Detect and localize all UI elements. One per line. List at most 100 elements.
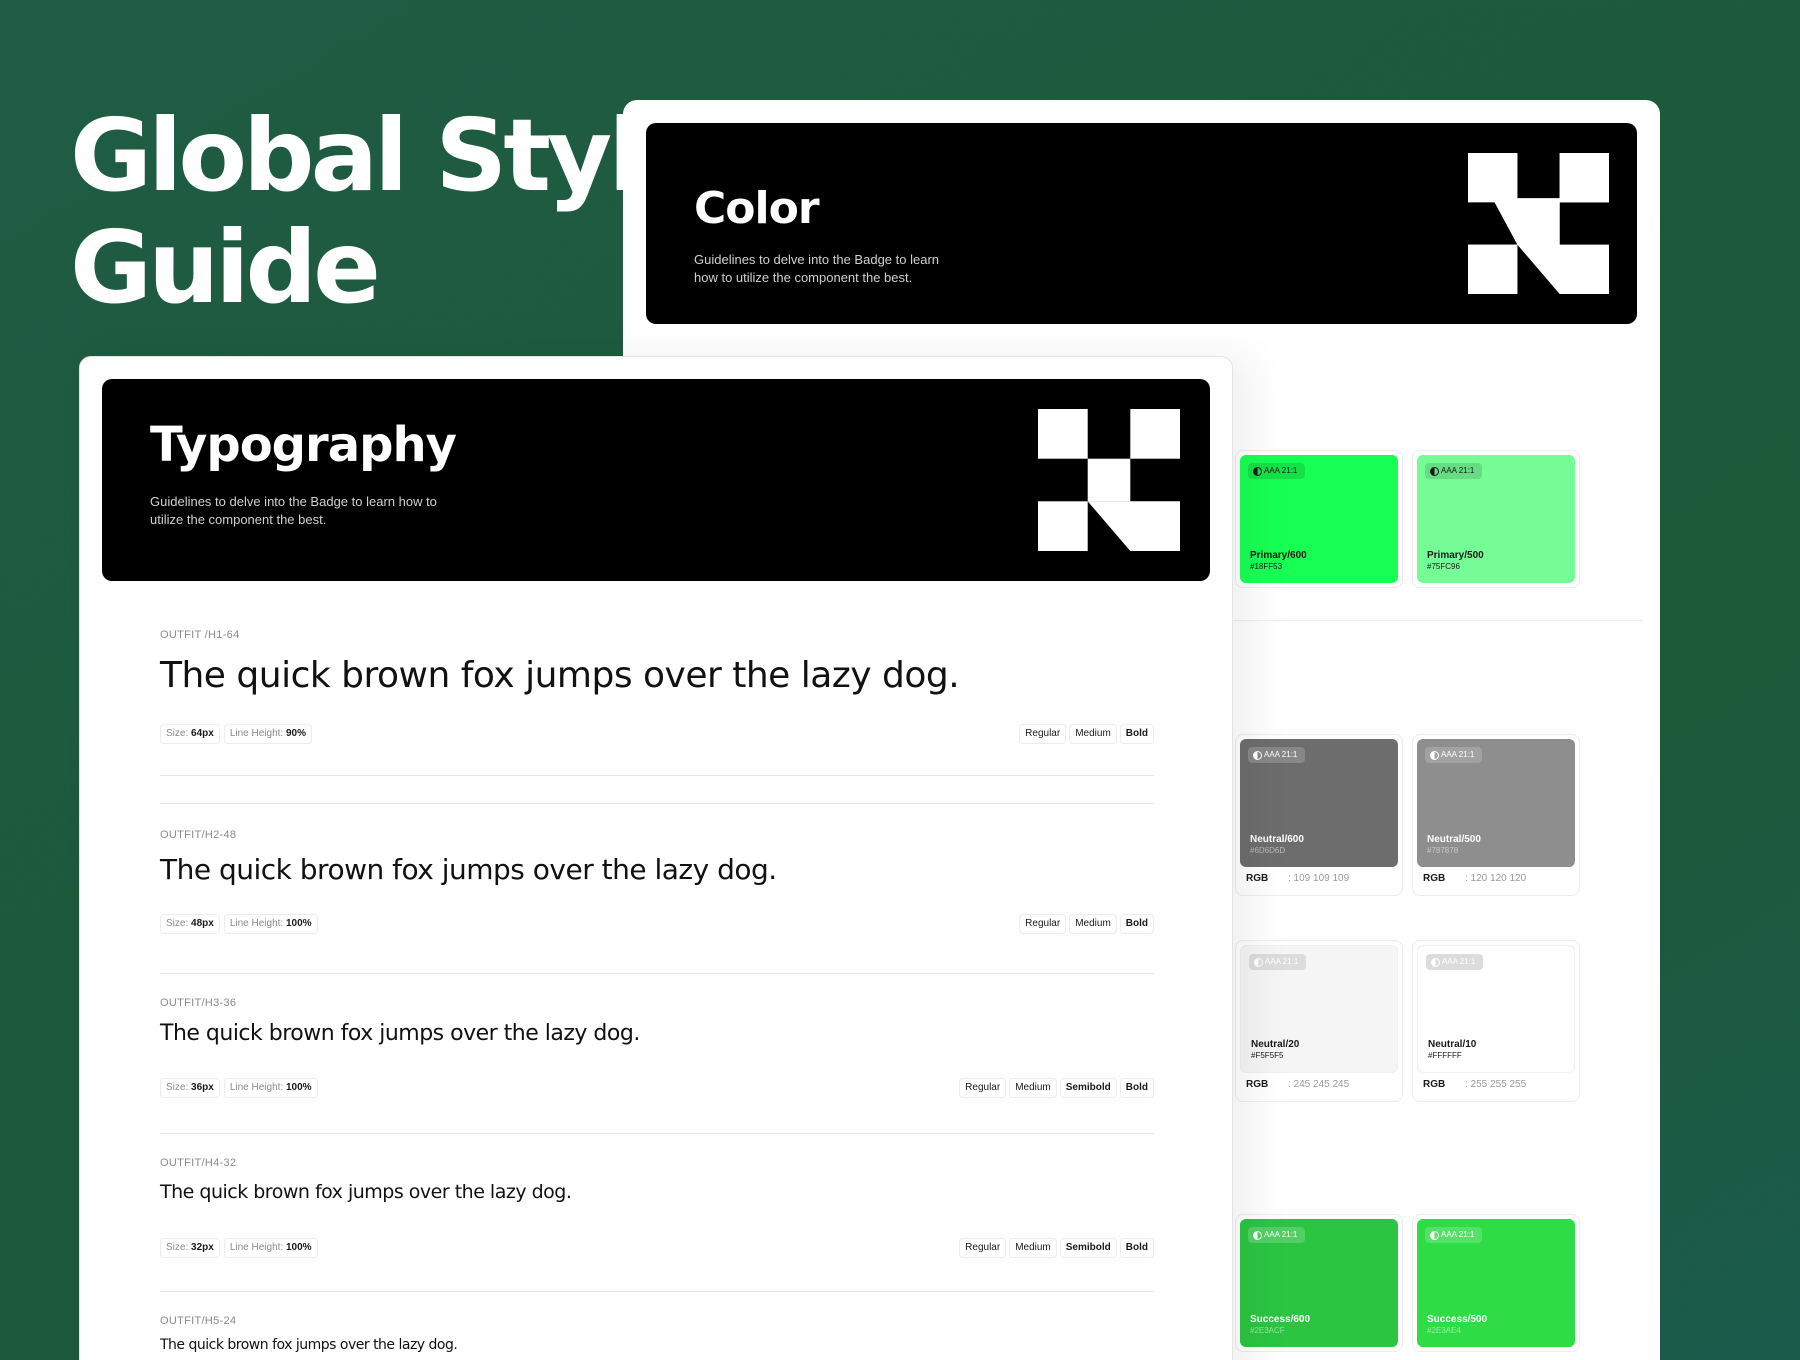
line-height-chip-value: 100% <box>285 918 312 929</box>
line-height-chip-label: Line Height: <box>229 1242 286 1253</box>
size-chip-value: 48px <box>191 918 214 929</box>
type-sample-text: The quick brown fox jumps over the lazy … <box>160 1337 458 1353</box>
swatch-name: Success/500 <box>1427 1314 1488 1325</box>
rgb-row: RGB : 109 109 109 <box>1240 867 1398 891</box>
typography-panel: Typography Guidelines to delve into the … <box>79 356 1233 1360</box>
weight-chip-bold[interactable]: Bold <box>1119 724 1154 744</box>
type-style-block: OUTFIT/H5-24 The quick brown fox jumps ov… <box>160 1315 1154 1353</box>
line-height-chip-value: 90% <box>285 728 306 739</box>
line-height-chip-label: Line Height: <box>229 918 286 929</box>
rgb-label: RGB <box>1423 1079 1446 1090</box>
size-chip: Size: 64px <box>160 724 220 744</box>
color-title: Color <box>694 183 820 234</box>
rgb-value: : 109 109 109 <box>1288 873 1350 884</box>
rgb-value: : 120 120 120 <box>1465 873 1527 884</box>
swatch-name: Primary/600 <box>1250 550 1307 561</box>
size-chip-value: 32px <box>191 1242 214 1253</box>
divider <box>160 1133 1154 1134</box>
color-swatch-card[interactable]: AAA 21:1 Primary/600 #18FF53 <box>1235 450 1403 588</box>
weight-chip-medium[interactable]: Medium <box>1069 914 1117 934</box>
type-style-block: OUTFIT/H2-48 The quick brown fox jumps ov… <box>160 829 1154 937</box>
color-swatch-card[interactable]: AAA 21:1 Primary/500 #75FC96 <box>1412 450 1580 588</box>
weight-chip-regular[interactable]: Regular <box>959 1238 1007 1258</box>
swatch-name: Primary/500 <box>1427 550 1484 561</box>
color-swatch-card[interactable]: AAA 21:1 Neutral/20 #F5F5F5 RGB: 245 245 24… <box>1235 940 1403 1102</box>
type-style-label: OUTFIT/H5-24 <box>160 1315 237 1327</box>
type-meta-row: Size: 32px Line Height: 100% Regular Medium… <box>160 1237 1154 1259</box>
type-meta-row: Size: 64px Line Height: 90% Regular Medium B… <box>160 723 1154 745</box>
swatch-hex: #18FF53 <box>1250 562 1283 571</box>
line-height-chip-label: Line Height: <box>229 1082 286 1093</box>
type-sample-text: The quick brown fox jumps over the lazy … <box>160 853 777 886</box>
type-style-label: OUTFIT/H2-48 <box>160 829 237 841</box>
weight-chip-bold[interactable]: Bold <box>1119 914 1154 934</box>
hero-title: Global Style Guide <box>70 97 706 326</box>
type-style-block: OUTFIT/H3-36 The quick brown fox jumps ov… <box>160 997 1154 1101</box>
weight-chips: Regular Medium Semibold Bold <box>956 1077 1154 1098</box>
line-height-chip: Line Height: 100% <box>223 914 318 934</box>
color-swatch: AAA 21:1 Neutral/600 #6D6D6D <box>1240 739 1398 867</box>
color-swatch: AAA 21:1 Success/600 #2E3ACF <box>1240 1219 1398 1347</box>
color-swatch: AAA 21:1 Neutral/10 #FFFFFF <box>1417 945 1575 1073</box>
color-swatch-card[interactable]: AAA 21:1 Neutral/600 #6D6D6D RGB : 109 109 1… <box>1235 734 1403 896</box>
type-style-label: OUTFIT/H4-32 <box>160 1157 237 1169</box>
contrast-badge: AAA 21:1 <box>1248 1227 1306 1243</box>
weight-chip-regular[interactable]: Regular <box>1019 724 1067 744</box>
weight-chip-medium[interactable]: Medium <box>1009 1078 1057 1098</box>
type-style-block: OUTFIT/H4-32 The quick brown fox jumps ov… <box>160 1157 1154 1261</box>
swatch-name: Neutral/20 <box>1251 1039 1300 1050</box>
contrast-badge: AAA 21:1 <box>1426 954 1484 970</box>
weight-chip-semibold[interactable]: Semibold <box>1059 1238 1117 1258</box>
color-swatch-card[interactable]: AAA 21:1 Success/500 #2E3AE4 <box>1412 1214 1580 1352</box>
swatch-name: Neutral/500 <box>1427 834 1481 845</box>
weight-chip-bold[interactable]: Bold <box>1119 1078 1154 1098</box>
size-chip-label: Size: <box>166 918 192 929</box>
rgb-row: RGB : 255 255 255 <box>1417 1073 1575 1097</box>
weight-chip-medium[interactable]: Medium <box>1069 724 1117 744</box>
color-swatch-card[interactable]: AAA 21:1 Neutral/10 #FFFFFF RGB: 255 255 25… <box>1412 940 1580 1102</box>
divider <box>160 1291 1154 1292</box>
hero-title-line-1: Global Style <box>70 97 706 214</box>
color-swatch: AAA 21:1 Neutral/500 #787878 <box>1417 739 1575 867</box>
type-style-block: OUTFIT /H1-64 The quick brown fox jumps o… <box>160 629 1154 747</box>
rgb-label: RGB <box>1423 873 1446 884</box>
weight-chip-regular[interactable]: Regular <box>1019 914 1067 934</box>
line-height-chip-label: Line Height: <box>229 728 286 739</box>
swatch-hex: #2E3AE4 <box>1427 1326 1461 1335</box>
rgb-label: RGB <box>1246 873 1269 884</box>
color-swatch-card[interactable]: AAA 21:1 Success/600 #2E3ACF <box>1235 1214 1403 1352</box>
rgb-row: RGB: 245 245 245 <box>1240 1073 1398 1097</box>
color-swatch: AAA 21:1 Success/500 #2E3AE4 <box>1417 1219 1575 1347</box>
weight-chips: Regular Medium Semibold Bold <box>956 1237 1154 1258</box>
brand-k-logo-icon <box>1468 153 1609 294</box>
rgb-value: : 255 255 255 <box>1465 1079 1527 1090</box>
hero-title-line-2: Guide <box>70 209 381 326</box>
weight-chip-bold[interactable]: Bold <box>1119 1238 1154 1258</box>
type-style-label: OUTFIT/H3-36 <box>160 997 237 1009</box>
typography-banner: Typography Guidelines to delve into the … <box>102 379 1210 581</box>
typography-description: Guidelines to delve into the Badge to le… <box>150 494 437 527</box>
weight-chip-semibold[interactable]: Semibold <box>1059 1078 1117 1098</box>
size-chip-label: Size: <box>166 1082 192 1093</box>
weight-chip-medium[interactable]: Medium <box>1009 1238 1057 1258</box>
contrast-badge: AAA 21:1 <box>1425 1227 1483 1243</box>
contrast-badge: AAA 21:1 <box>1425 747 1483 763</box>
weight-chips: Regular Medium Bold <box>1016 723 1154 744</box>
type-meta-row: Size: 36px Line Height: 100% Regular Medium… <box>160 1077 1154 1099</box>
color-swatch: AAA 21:1 Primary/500 #75FC96 <box>1417 455 1575 583</box>
swatch-name: Success/600 <box>1250 1314 1311 1325</box>
swatch-name: Neutral/10 <box>1428 1039 1477 1050</box>
color-banner: Color Guidelines to delve into the Badge… <box>646 123 1637 324</box>
color-swatch-card[interactable]: AAA 21:1 Neutral/500 #787878 RGB : 120 120 1… <box>1412 734 1580 896</box>
size-chip-label: Size: <box>166 1242 192 1253</box>
weight-chip-regular[interactable]: Regular <box>959 1078 1007 1098</box>
type-sample-text: The quick brown fox jumps over the lazy … <box>160 655 960 696</box>
size-chip: Size: 36px <box>160 1078 220 1098</box>
size-chip: Size: 32px <box>160 1238 220 1258</box>
swatch-hex: #6D6D6D <box>1250 846 1286 855</box>
line-height-chip: Line Height: 90% <box>223 724 312 744</box>
color-swatch: AAA 21:1 Neutral/20 #F5F5F5 <box>1240 945 1398 1073</box>
swatch-name: Neutral/600 <box>1250 834 1304 845</box>
swatch-hex: #787878 <box>1427 846 1459 855</box>
contrast-badge: AAA 21:1 <box>1248 747 1306 763</box>
